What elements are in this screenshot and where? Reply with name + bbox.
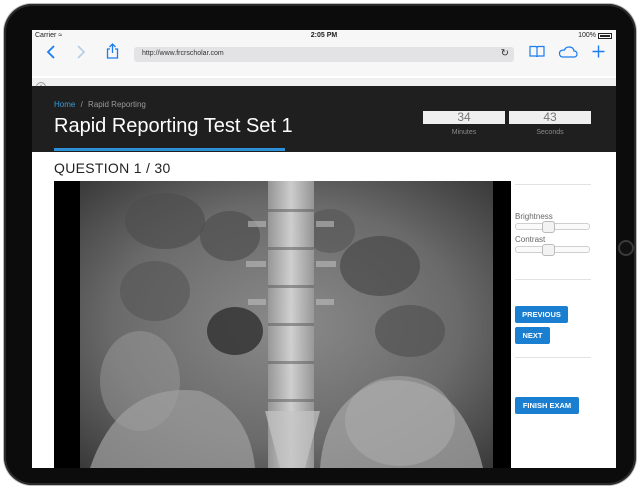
- chevron-right-icon[interactable]: [76, 45, 86, 61]
- divider: [515, 279, 591, 280]
- home-button[interactable]: [618, 240, 634, 256]
- divider: [515, 357, 591, 358]
- share-icon[interactable]: [106, 43, 119, 61]
- url-text: http://www.frcrscholar.com: [142, 50, 224, 57]
- brightness-slider-thumb[interactable]: [542, 221, 555, 233]
- question-counter: QUESTION 1 / 30: [54, 160, 171, 176]
- reload-icon[interactable]: ↻: [501, 48, 509, 59]
- timer-seconds-value: 43: [509, 111, 591, 124]
- previous-button[interactable]: PREVIOUS: [515, 306, 568, 323]
- brightness-slider[interactable]: [515, 221, 590, 233]
- breadcrumb: Home / Rapid Reporting: [54, 100, 146, 109]
- web-page: Home / Rapid Reporting Rapid Reporting T…: [32, 86, 616, 468]
- screen: Carrier ≈ 2:05 PM 100% http://www.frcrsc…: [32, 30, 616, 468]
- status-bar: Carrier ≈ 2:05 PM 100%: [32, 30, 616, 42]
- clock: 2:05 PM: [310, 32, 338, 39]
- cloud-icon[interactable]: [558, 46, 578, 60]
- title-underline: [54, 148, 285, 151]
- contrast-label: Contrast: [515, 235, 546, 244]
- book-icon[interactable]: [529, 45, 545, 60]
- battery-icon: [598, 32, 612, 39]
- breadcrumb-separator: /: [80, 100, 83, 109]
- contrast-slider[interactable]: [515, 244, 590, 256]
- divider: [515, 184, 591, 185]
- breadcrumb-current: Rapid Reporting: [88, 100, 146, 109]
- next-button[interactable]: NEXT: [515, 327, 550, 344]
- brightness-label: Brightness: [515, 212, 553, 221]
- page-title: Rapid Reporting Test Set 1: [54, 115, 293, 137]
- finish-exam-button[interactable]: FINISH EXAM: [515, 397, 579, 414]
- breadcrumb-home-link[interactable]: Home: [54, 100, 75, 109]
- plus-icon[interactable]: [592, 45, 605, 60]
- radiograph-image: [80, 181, 493, 468]
- image-viewer[interactable]: [54, 181, 511, 468]
- timer-minutes-label: Minutes: [451, 129, 477, 136]
- address-bar[interactable]: http://www.frcrscholar.com ↻: [134, 47, 514, 62]
- contrast-slider-thumb[interactable]: [542, 244, 555, 256]
- browser-toolbar: http://www.frcrscholar.com ↻ ×: [32, 42, 616, 98]
- timer-minutes-value: 34: [423, 111, 505, 124]
- page-header: Home / Rapid Reporting Rapid Reporting T…: [32, 86, 616, 152]
- battery-indicator: 100%: [578, 32, 612, 39]
- chevron-left-icon[interactable]: [46, 45, 56, 61]
- tablet-frame: Carrier ≈ 2:05 PM 100% http://www.frcrsc…: [4, 4, 636, 485]
- timer-seconds-label: Seconds: [536, 129, 564, 136]
- battery-percent: 100%: [578, 32, 596, 39]
- control-panel: Brightness Contrast PREVIOUS NEXT FINISH…: [515, 181, 591, 468]
